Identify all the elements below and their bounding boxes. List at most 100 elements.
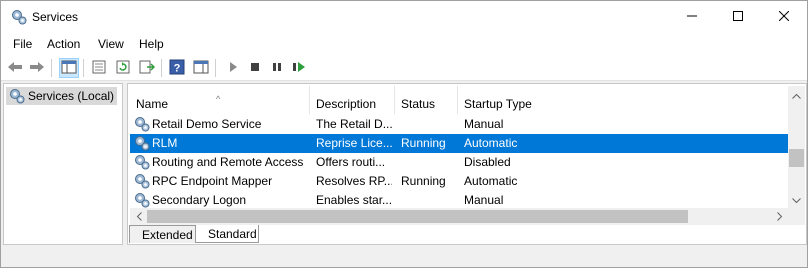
column-header-label: Name	[136, 97, 169, 111]
scrollbar-corner	[788, 208, 805, 225]
service-description: Resolves RP...	[316, 174, 392, 188]
maximize-button[interactable]	[715, 1, 761, 33]
column-header-name[interactable]: ^ Name	[130, 86, 310, 114]
console-tree: Services (Local)	[3, 83, 123, 245]
chevron-down-icon	[792, 193, 801, 207]
menu-help[interactable]: Help	[139, 37, 164, 51]
column-header-description[interactable]: Description	[310, 86, 395, 114]
window-title: Services	[32, 10, 79, 24]
horizontal-scrollbar[interactable]	[130, 208, 788, 225]
horizontal-scroll-thumb[interactable]	[147, 210, 688, 223]
service-gear-icon	[134, 135, 150, 151]
view-tabs: Extended Standard	[129, 225, 529, 245]
export-list-icon	[139, 60, 156, 77]
tab-label: Standard	[208, 226, 257, 241]
column-header-label: Description	[316, 97, 377, 111]
column-header-label: Status	[401, 97, 436, 111]
show-hide-action-pane-button[interactable]	[191, 58, 211, 78]
scroll-down-button[interactable]	[788, 191, 805, 208]
toolbar: ?	[1, 55, 807, 81]
vertical-scroll-thumb[interactable]	[789, 149, 804, 167]
service-status: Running	[401, 174, 446, 188]
pause-service-button[interactable]	[267, 58, 287, 78]
table-row[interactable]: Retail Demo Service The Retail D... Manual	[130, 115, 788, 134]
title-bar[interactable]: Services	[1, 1, 807, 33]
service-startup-type: Automatic	[464, 136, 518, 150]
service-startup-type: Manual	[464, 193, 504, 207]
column-header-startup-type[interactable]: Startup Type	[458, 86, 788, 114]
service-startup-type: Automatic	[464, 174, 518, 188]
refresh-button[interactable]	[113, 58, 133, 78]
vertical-scrollbar[interactable]	[788, 86, 805, 208]
service-description: Offers routi...	[316, 155, 386, 169]
forward-arrow-icon	[29, 60, 45, 77]
tab-standard[interactable]: Standard	[195, 225, 259, 243]
help-button[interactable]: ?	[167, 58, 187, 78]
show-hide-console-tree-icon	[61, 60, 77, 77]
service-gear-icon	[134, 173, 150, 189]
properties-button[interactable]	[89, 58, 109, 78]
chevron-up-icon	[792, 88, 801, 102]
toolbar-separator	[83, 59, 84, 77]
help-icon: ?	[169, 59, 185, 78]
service-name: RPC Endpoint Mapper	[152, 174, 273, 188]
forward-button[interactable]	[27, 58, 47, 78]
back-button[interactable]	[5, 58, 25, 78]
show-hide-action-pane-icon	[193, 60, 209, 77]
refresh-icon	[115, 60, 131, 77]
services-list: ^ Name Description Status Startup Type R…	[130, 86, 788, 210]
svg-text:?: ?	[174, 62, 181, 74]
services-list-panel: ^ Name Description Status Startup Type R…	[127, 83, 807, 245]
properties-icon	[91, 60, 107, 77]
services-gear-icon	[11, 9, 27, 25]
table-row[interactable]: RPC Endpoint Mapper Resolves RP... Running…	[130, 172, 788, 191]
service-gear-icon	[134, 154, 150, 170]
back-arrow-icon	[7, 60, 23, 77]
export-list-button[interactable]	[137, 58, 157, 78]
chevron-right-icon	[776, 210, 783, 224]
service-status: Running	[401, 136, 446, 150]
menu-file[interactable]: File	[13, 37, 32, 51]
status-bar	[1, 247, 807, 267]
menu-action[interactable]: Action	[47, 37, 80, 51]
tab-extended[interactable]: Extended	[129, 225, 195, 243]
service-gear-icon	[134, 116, 150, 132]
column-header-label: Startup Type	[464, 97, 532, 111]
services-window: Services File Action View Help ? Service…	[0, 0, 808, 268]
close-icon	[778, 10, 790, 24]
service-name: Routing and Remote Access	[152, 155, 304, 169]
scroll-up-button[interactable]	[788, 86, 805, 103]
maximize-icon	[733, 10, 743, 24]
scroll-left-button[interactable]	[130, 208, 147, 225]
chevron-left-icon	[136, 210, 142, 224]
show-hide-console-tree-button[interactable]	[59, 58, 79, 78]
service-name: Secondary Logon	[152, 193, 247, 207]
service-description: Reprise Lice...	[316, 136, 392, 150]
restart-icon	[292, 61, 306, 76]
table-row[interactable]: Routing and Remote Access Offers routi...…	[130, 153, 788, 172]
toolbar-separator	[161, 59, 162, 77]
start-icon	[227, 61, 239, 76]
tree-item-services-local[interactable]: Services (Local)	[6, 87, 118, 107]
service-startup-type: Manual	[464, 117, 504, 131]
service-description: The Retail D...	[316, 117, 392, 131]
restart-service-button[interactable]	[289, 58, 309, 78]
pause-icon	[271, 61, 283, 76]
menu-bar: File Action View Help	[1, 33, 807, 55]
menu-view[interactable]: View	[98, 37, 124, 51]
service-startup-type: Disabled	[464, 155, 511, 169]
stop-icon	[249, 61, 261, 76]
start-service-button[interactable]	[223, 58, 243, 78]
service-name: Retail Demo Service	[152, 117, 262, 131]
column-header-status[interactable]: Status	[395, 86, 458, 114]
service-description: Enables star...	[316, 193, 392, 207]
service-name: RLM	[152, 136, 178, 150]
scroll-right-button[interactable]	[771, 208, 788, 225]
tree-item-label: Services (Local)	[28, 89, 115, 103]
table-row[interactable]: RLM Reprise Lice... Running Automatic	[130, 134, 788, 153]
tab-label: Extended	[142, 227, 193, 242]
close-button[interactable]	[761, 1, 807, 33]
stop-service-button[interactable]	[245, 58, 265, 78]
minimize-button[interactable]	[669, 1, 715, 33]
services-gear-icon	[9, 88, 25, 107]
